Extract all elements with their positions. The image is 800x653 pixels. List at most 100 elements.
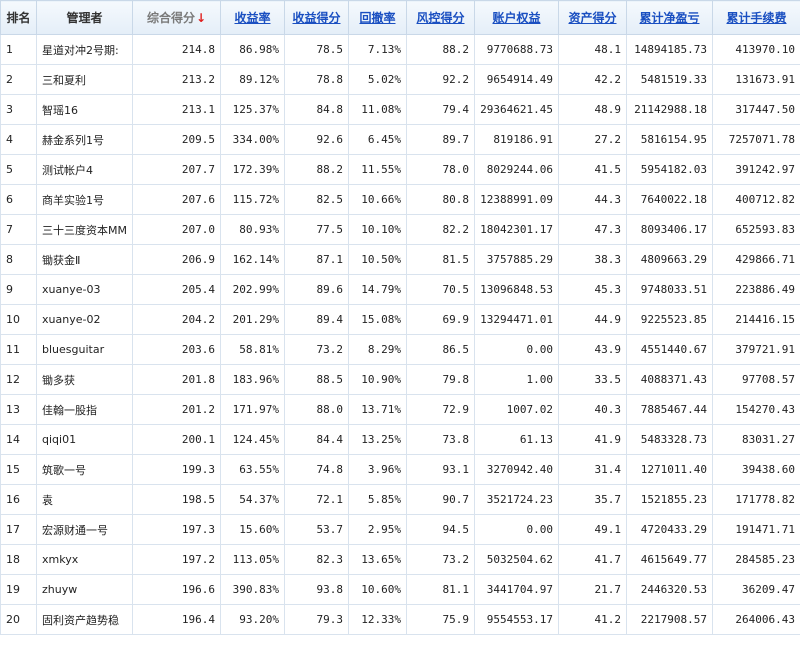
cell-return-score: 84.4: [284, 424, 349, 455]
cell-return-score: 78.5: [284, 34, 349, 65]
cell-risk-score: 89.7: [406, 124, 475, 155]
cell-asset-score: 49.1: [558, 514, 627, 545]
cell-account-equity: 18042301.17: [474, 214, 559, 245]
cell-fees: 391242.97: [712, 154, 800, 185]
cell-total-score: 197.3: [132, 514, 221, 545]
cell-total-score: 196.6: [132, 574, 221, 605]
cell-account-equity: 3441704.97: [474, 574, 559, 605]
header-risk-score[interactable]: 风控得分: [406, 0, 475, 35]
cell-asset-score: 44.9: [558, 304, 627, 335]
cell-manager: xuanye-03: [36, 274, 133, 305]
cell-asset-score: 43.9: [558, 334, 627, 365]
sort-link[interactable]: 账户权益: [492, 11, 540, 25]
header-rank: 排名: [0, 0, 37, 35]
cell-return-rate: 334.00%: [220, 124, 285, 155]
header-return-rate[interactable]: 收益率: [220, 0, 285, 35]
sort-link[interactable]: 资产得分: [568, 11, 616, 25]
column-label: 综合得分: [146, 11, 195, 25]
header-net-pnl[interactable]: 累计净盈亏: [626, 0, 713, 35]
header-fees[interactable]: 累计手续费: [712, 0, 800, 35]
cell-drawdown: 5.85%: [348, 484, 407, 515]
cell-manager: 袁: [36, 484, 133, 515]
cell-account-equity: 9554553.17: [474, 604, 559, 635]
cell-drawdown: 14.79%: [348, 274, 407, 305]
cell-return-score: 88.0: [284, 394, 349, 425]
table-row: 19 zhuyw 196.6 390.83% 93.8 10.60% 81.1 3441704…: [0, 574, 800, 605]
header-account-equity[interactable]: 账户权益: [474, 0, 559, 35]
cell-net-pnl: 4809663.29: [626, 244, 713, 275]
cell-return-rate: 15.60%: [220, 514, 285, 545]
cell-total-score: 206.9: [132, 244, 221, 275]
cell-drawdown: 10.60%: [348, 574, 407, 605]
cell-total-score: 197.2: [132, 544, 221, 575]
table-row: 17 宏源财通一号 197.3 15.60% 53.7 2.95% 94.5 0.00 49.1…: [0, 514, 800, 545]
cell-drawdown: 5.02%: [348, 64, 407, 95]
header-return-score[interactable]: 收益得分: [284, 0, 349, 35]
cell-risk-score: 94.5: [406, 514, 475, 545]
cell-account-equity: 9770688.73: [474, 34, 559, 65]
cell-account-equity: 1007.02: [474, 394, 559, 425]
sort-link[interactable]: 风控得分: [416, 11, 464, 25]
table-row: 3 智瑶16 213.1 125.37% 84.8 11.08% 79.4 29364621.…: [0, 94, 800, 125]
cell-total-score: 207.6: [132, 184, 221, 215]
cell-return-score: 78.8: [284, 64, 349, 95]
cell-asset-score: 35.7: [558, 484, 627, 515]
cell-fees: 171778.82: [712, 484, 800, 515]
cell-return-score: 73.2: [284, 334, 349, 365]
cell-fees: 39438.60: [712, 454, 800, 485]
cell-return-score: 88.2: [284, 154, 349, 185]
cell-account-equity: 3521724.23: [474, 484, 559, 515]
cell-return-rate: 183.96%: [220, 364, 285, 395]
cell-drawdown: 10.66%: [348, 184, 407, 215]
cell-risk-score: 72.9: [406, 394, 475, 425]
cell-account-equity: 819186.91: [474, 124, 559, 155]
cell-risk-score: 79.4: [406, 94, 475, 125]
cell-total-score: 213.1: [132, 94, 221, 125]
cell-manager: xmkyx: [36, 544, 133, 575]
cell-return-score: 72.1: [284, 484, 349, 515]
cell-return-rate: 113.05%: [220, 544, 285, 575]
cell-risk-score: 81.1: [406, 574, 475, 605]
cell-total-score: 199.3: [132, 454, 221, 485]
sort-link[interactable]: 累计净盈亏: [639, 11, 699, 25]
header-asset-score[interactable]: 资产得分: [558, 0, 627, 35]
cell-drawdown: 10.90%: [348, 364, 407, 395]
ranking-table: 排名 管理者 综合得分↓ 收益率 收益得分 回撤率 风控得分 账户权益 资产得分 累计净盈亏 累计手…: [0, 0, 800, 635]
sort-link[interactable]: 回撤率: [359, 11, 395, 25]
sort-link[interactable]: 累计手续费: [726, 11, 786, 25]
cell-net-pnl: 4551440.67: [626, 334, 713, 365]
cell-account-equity: 0.00: [474, 514, 559, 545]
cell-total-score: 209.5: [132, 124, 221, 155]
cell-risk-score: 75.9: [406, 604, 475, 635]
cell-rank: 1: [0, 34, 37, 65]
cell-fees: 317447.50: [712, 94, 800, 125]
header-drawdown[interactable]: 回撤率: [348, 0, 407, 35]
cell-return-rate: 390.83%: [220, 574, 285, 605]
cell-drawdown: 2.95%: [348, 514, 407, 545]
sort-link[interactable]: 收益得分: [292, 11, 340, 25]
cell-risk-score: 90.7: [406, 484, 475, 515]
cell-asset-score: 42.2: [558, 64, 627, 95]
cell-return-score: 82.5: [284, 184, 349, 215]
cell-risk-score: 73.2: [406, 544, 475, 575]
sort-link[interactable]: 收益率: [234, 11, 270, 25]
cell-net-pnl: 2217908.57: [626, 604, 713, 635]
cell-fees: 284585.23: [712, 544, 800, 575]
cell-return-rate: 63.55%: [220, 454, 285, 485]
cell-rank: 6: [0, 184, 37, 215]
cell-net-pnl: 2446320.53: [626, 574, 713, 605]
cell-return-rate: 124.45%: [220, 424, 285, 455]
cell-account-equity: 12388991.09: [474, 184, 559, 215]
cell-fees: 379721.91: [712, 334, 800, 365]
column-label: 管理者: [66, 11, 103, 25]
cell-net-pnl: 4720433.29: [626, 514, 713, 545]
cell-rank: 11: [0, 334, 37, 365]
cell-account-equity: 1.00: [474, 364, 559, 395]
cell-return-rate: 125.37%: [220, 94, 285, 125]
table-row: 9 xuanye-03 205.4 202.99% 89.6 14.79% 70.5 1309…: [0, 274, 800, 305]
cell-risk-score: 92.2: [406, 64, 475, 95]
cell-return-score: 89.4: [284, 304, 349, 335]
cell-fees: 214416.15: [712, 304, 800, 335]
cell-net-pnl: 5816154.95: [626, 124, 713, 155]
cell-asset-score: 41.7: [558, 544, 627, 575]
